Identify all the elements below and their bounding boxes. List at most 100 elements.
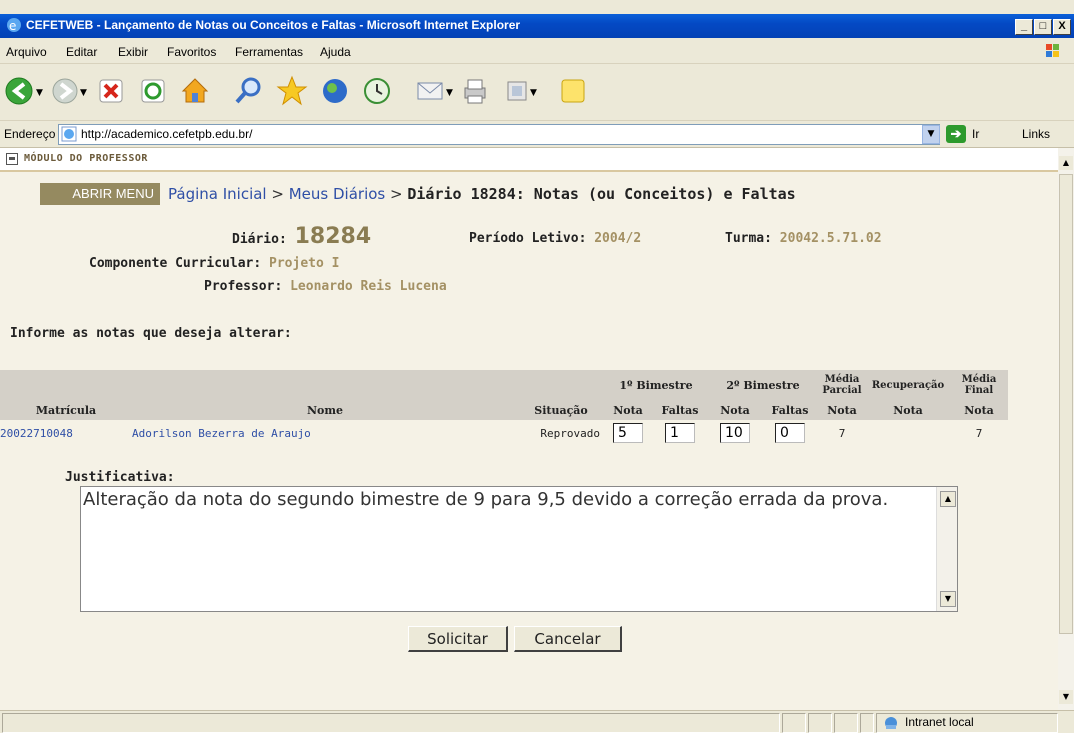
- cancelar-button[interactable]: Cancelar: [514, 626, 622, 652]
- home-icon[interactable]: [178, 74, 212, 108]
- breadcrumb-sep: >: [390, 185, 403, 203]
- print-icon[interactable]: [458, 74, 492, 108]
- page-scroll-down-icon[interactable]: ▼: [1059, 690, 1073, 704]
- student-matricula-link[interactable]: 20022710048: [0, 420, 132, 446]
- title-bar: e CEFETWEB - Lançamento de Notas ou Conc…: [0, 14, 1074, 38]
- media-icon[interactable]: [318, 74, 352, 108]
- mail-icon[interactable]: [414, 74, 448, 108]
- forward-dropdown-icon[interactable]: ▼: [80, 88, 87, 98]
- justificativa-textarea[interactable]: Alteração da nota do segundo bimestre de…: [80, 486, 958, 612]
- group-header-media-parcial: Média Parcial: [818, 370, 866, 400]
- address-dropdown-icon[interactable]: ▼: [922, 125, 940, 144]
- recuperacao-value: [866, 420, 950, 446]
- scroll-up-icon[interactable]: ▲: [940, 491, 956, 507]
- status-cell: [782, 713, 806, 733]
- ie-icon: e: [7, 18, 21, 33]
- edit-icon[interactable]: [500, 74, 534, 108]
- col-header-matricula: Matrícula: [0, 400, 132, 420]
- window-title: CEFETWEB - Lançamento de Notas ou Concei…: [26, 18, 521, 32]
- history-icon[interactable]: [360, 74, 394, 108]
- svg-text:e: e: [9, 19, 16, 33]
- group-header-bim1: 1º Bimestre: [604, 370, 708, 400]
- stop-icon[interactable]: [94, 74, 128, 108]
- menu-arquivo[interactable]: Arquivo: [6, 45, 47, 59]
- col-header-faltas: Faltas: [652, 400, 708, 420]
- breadcrumb-diarios[interactable]: Meus Diários: [289, 185, 386, 203]
- col-header-nota: Nota: [708, 400, 762, 420]
- componente-value: Projeto I: [269, 256, 340, 271]
- messenger-icon[interactable]: [556, 74, 590, 108]
- periodo-value: 2004/2: [594, 231, 642, 246]
- refresh-icon[interactable]: [136, 74, 170, 108]
- menu-ferramentas[interactable]: Ferramentas: [235, 45, 303, 59]
- page-scrollbar[interactable]: ▲ ▼: [1058, 148, 1074, 710]
- address-label: Endereço: [4, 127, 56, 141]
- turma-label: Turma:: [725, 231, 772, 246]
- periodo-info: Período Letivo: 2004/2: [469, 231, 641, 246]
- search-icon[interactable]: [232, 74, 266, 108]
- professor-label: Professor:: [204, 279, 283, 294]
- favorites-icon[interactable]: [275, 74, 309, 108]
- page-icon: [61, 126, 77, 142]
- page-scroll-up-icon[interactable]: ▲: [1059, 156, 1073, 170]
- open-menu-button[interactable]: ABRIR MENU: [40, 183, 160, 205]
- componente-label: Componente Curricular:: [89, 256, 262, 271]
- professor-info: Professor: Leonardo Reis Lucena: [204, 279, 447, 294]
- col-header-nota: Nota: [950, 400, 1008, 420]
- address-input[interactable]: http://academico.cefetpb.edu.br/: [58, 124, 940, 145]
- student-name-link[interactable]: Adorilson Bezerra de Araujo: [132, 420, 518, 446]
- group-header-bim2: 2º Bimestre: [708, 370, 818, 400]
- col-header-faltas: Faltas: [762, 400, 818, 420]
- status-text: [2, 713, 780, 733]
- forward-icon[interactable]: [50, 74, 84, 108]
- group-header-recuperacao: Recuperação: [866, 370, 950, 400]
- links-button[interactable]: Links: [1022, 127, 1050, 141]
- back-dropdown-icon[interactable]: ▼: [36, 88, 43, 98]
- breadcrumb: ABRIR MENU Página Inicial > Meus Diários…: [0, 183, 1058, 207]
- breadcrumb-current: Diário 18284: Notas (ou Conceitos) e Fal…: [407, 185, 796, 203]
- student-situacao: Reprovado: [540, 426, 600, 440]
- go-button[interactable]: Ir: [972, 127, 979, 141]
- diario-value: 18284: [294, 224, 372, 249]
- menu-exibir[interactable]: Exibir: [118, 45, 148, 59]
- justificativa-text[interactable]: Alteração da nota do segundo bimestre de…: [81, 487, 927, 611]
- turma-value: 20042.5.71.02: [779, 231, 882, 246]
- menu-favoritos[interactable]: Favoritos: [167, 45, 216, 59]
- browser-window: e CEFETWEB - Lançamento de Notas ou Conc…: [0, 0, 1074, 733]
- menu-ajuda[interactable]: Ajuda: [320, 45, 351, 59]
- mail-dropdown-icon[interactable]: ▼: [446, 88, 453, 98]
- menu-editar[interactable]: Editar: [66, 45, 97, 59]
- textarea-scrollbar[interactable]: ▲ ▼: [936, 487, 957, 611]
- col-header-nota: Nota: [818, 400, 866, 420]
- minimize-button[interactable]: _: [1015, 19, 1033, 35]
- edit-dropdown-icon[interactable]: ▼: [530, 88, 537, 98]
- form-prompt: Informe as notas que deseja alterar:: [10, 326, 292, 341]
- bim1-faltas-input[interactable]: [665, 423, 695, 443]
- professor-value: Leonardo Reis Lucena: [290, 279, 447, 294]
- windows-logo-icon: [1038, 42, 1068, 61]
- status-cell: [860, 713, 874, 733]
- diario-label: Diário:: [232, 232, 287, 247]
- group-header-media-final: Média Final: [950, 370, 1008, 400]
- go-arrow-icon[interactable]: ➔: [946, 125, 966, 143]
- address-url: http://academico.cefetpb.edu.br/: [81, 127, 253, 141]
- module-header: MÓDULO DO PROFESSOR: [0, 148, 1058, 172]
- media-final-value: 7: [975, 426, 983, 440]
- justificativa-label: Justificativa:: [65, 470, 175, 485]
- solicitar-button[interactable]: Solicitar: [408, 626, 508, 652]
- breadcrumb-trail: Página Inicial > Meus Diários > Diário 1…: [168, 185, 796, 203]
- page-scroll-thumb[interactable]: [1059, 174, 1073, 634]
- table-row: 20022710048 Adorilson Bezerra de Araujo …: [0, 420, 1008, 446]
- col-header-situacao: Situação: [518, 400, 604, 420]
- bim2-faltas-input[interactable]: [775, 423, 805, 443]
- componente-info: Componente Curricular: Projeto I: [89, 256, 339, 271]
- module-icon: [6, 153, 18, 165]
- maximize-button[interactable]: □: [1034, 19, 1052, 35]
- bim2-nota-input[interactable]: [720, 423, 750, 443]
- bim1-nota-input[interactable]: [613, 423, 643, 443]
- close-button[interactable]: X: [1053, 19, 1071, 35]
- back-icon[interactable]: [4, 74, 38, 108]
- breadcrumb-home[interactable]: Página Inicial: [168, 185, 267, 203]
- col-header-nota: Nota: [604, 400, 652, 420]
- scroll-down-icon[interactable]: ▼: [940, 591, 956, 607]
